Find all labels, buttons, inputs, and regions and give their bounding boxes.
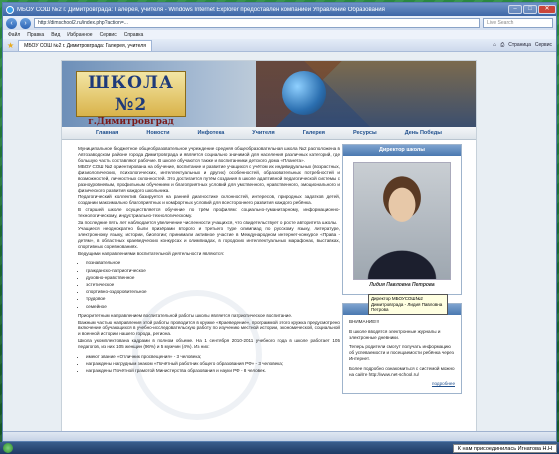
nav-home[interactable]: Главная (96, 130, 118, 136)
directions-list: познавательное гражданско-патриотическое… (86, 259, 340, 309)
announcement-text: Более подробно ознакомиться с системой м… (349, 365, 455, 377)
announcements-box: Объявление ВНИМАНИЕ!!! В школе вводятся … (342, 303, 462, 395)
director-photo[interactable] (353, 162, 451, 280)
taskbar: К нам присоединилась Игнатова Н.Н (0, 442, 559, 454)
ie-icon (6, 5, 14, 14)
page-viewport: ШКОЛА №2 г.Димитровград Главная Новости … (3, 52, 556, 441)
paragraph: Педагогический коллектив базируется на р… (78, 194, 340, 206)
list-item: эстетическое (86, 281, 340, 288)
paragraph: За последние пять лет наблюдается увелич… (78, 219, 338, 225)
site-logo[interactable]: ШКОЛА №2 г.Димитровград (76, 71, 186, 127)
announcement-text: ВНИМАНИЕ!!! (349, 319, 380, 324)
minimize-button[interactable]: – (508, 5, 522, 14)
site-nav: Главная Новости Инфотека Учителя Галерея… (62, 127, 476, 140)
announcement-text: В школе вводятся электронные журналы и э… (349, 328, 441, 340)
nav-resources[interactable]: Ресурсы (353, 130, 377, 136)
paragraph: МБОУ СОШ №2 ориентирована на обучение, в… (78, 164, 340, 193)
list-item: награждены Почётной грамотой Министерств… (86, 367, 340, 374)
paragraph: Ведущими направлениями воспитательной де… (78, 250, 224, 256)
more-link[interactable]: подробнее (349, 381, 455, 387)
address-bar: ‹ › http://dimschool2.ru/index.php?actio… (3, 16, 556, 30)
menu-view[interactable]: Вид (51, 32, 60, 38)
nav-gallery[interactable]: Галерея (303, 130, 325, 136)
logo-title: ШКОЛА №2 (88, 73, 174, 115)
list-item: спортивно-оздоровительное (86, 288, 340, 295)
menu-favorites[interactable]: Избранное (67, 32, 92, 38)
forward-arrow-icon[interactable]: › (20, 17, 31, 29)
paragraph: Приоритетным направлением воспитательной… (78, 312, 293, 318)
search-input[interactable]: Live Search (483, 18, 553, 28)
web-page: ШКОЛА №2 г.Димитровград Главная Новости … (61, 60, 477, 441)
tab-bar: ★ МБОУ СОШ №2 г. Димитровграда: Галерея,… (3, 39, 556, 52)
menu-help[interactable]: Справка (124, 32, 144, 38)
list-item: имеют звание «Отличник просвещения» - 3 … (86, 353, 340, 360)
browser-window: МБОУ СОШ №2 г. Димитровграда: Галерея, у… (2, 2, 557, 442)
photo-tooltip: Директор МБОУСОШ№2 Димитровграда - Лидия… (368, 294, 448, 315)
status-bar (3, 431, 556, 441)
start-button[interactable] (3, 443, 13, 453)
nav-victory-day[interactable]: День Победы (405, 130, 442, 136)
tab-current[interactable]: МБОУ СОШ №2 г. Димитровграда: Галерея, у… (18, 39, 152, 51)
home-icon[interactable]: ⌂ (493, 42, 496, 48)
main-article: Муниципальное бюджетное общеобразователь… (78, 146, 340, 377)
window-title: МБОУ СОШ №2 г. Димитровграда: Галерея, у… (17, 6, 385, 13)
list-item: награждены нагрудным знаком «Почётный ра… (86, 360, 340, 367)
logo-subtitle: г.Димитровград (88, 117, 174, 127)
favorites-star-icon[interactable]: ★ (7, 41, 14, 50)
list-item: семейное (86, 303, 340, 310)
paragraph: В старшей школе осуществляется обучение … (78, 206, 340, 218)
page-content: Муниципальное бюджетное общеобразователь… (62, 140, 476, 441)
menu-file[interactable]: Файл (8, 32, 20, 38)
maximize-button[interactable]: □ (523, 5, 537, 14)
tools-menu[interactable]: Сервис (535, 42, 552, 48)
list-item: духовно-нравственное (86, 274, 340, 281)
director-name: Лидия Павловна Петрова (369, 282, 435, 288)
list-item: трудовое (86, 295, 340, 302)
menu-edit[interactable]: Правка (27, 32, 44, 38)
nav-news[interactable]: Новости (146, 130, 169, 136)
list-item: познавательное (86, 259, 340, 266)
nav-teachers[interactable]: Учителя (252, 130, 274, 136)
menu-tools[interactable]: Сервис (100, 32, 117, 38)
url-input[interactable]: http://dimschool2.ru/index.php?action=..… (34, 18, 480, 28)
menu-bar: Файл Правка Вид Избранное Сервис Справка (3, 30, 556, 39)
print-icon[interactable]: ⎙ (500, 42, 504, 48)
list-item: гражданско-патриотическое (86, 267, 340, 274)
globe-icon (282, 71, 326, 115)
director-box: Директор школы Лидия Павловна Петрова (342, 144, 462, 295)
announcement-text: Теперь родители смогут получать информац… (349, 344, 454, 361)
paragraph: Важным частью направления этой работы пр… (78, 319, 340, 337)
awards-list: имеют звание «Отличник просвещения» - 3 … (86, 353, 340, 375)
announcements-body: ВНИМАНИЕ!!! В школе вводятся электронные… (343, 315, 461, 393)
paragraph: Школа укомплектована кадрами в полном об… (78, 337, 340, 349)
back-arrow-icon[interactable]: ‹ (6, 17, 17, 29)
close-button[interactable]: ✕ (538, 5, 556, 14)
site-header: ШКОЛА №2 г.Димитровград (62, 61, 476, 127)
paragraph: Учащиеся неоднократно были призёрами вто… (78, 226, 340, 249)
sidebar: Директор школы Лидия Павловна Петрова Об… (342, 144, 462, 402)
nav-library[interactable]: Инфотека (197, 130, 224, 136)
paragraph: Муниципальное бюджетное общеобразователь… (78, 146, 340, 163)
page-menu[interactable]: Страница (508, 42, 531, 48)
taskbar-notification[interactable]: К нам присоединилась Игнатова Н.Н (452, 443, 557, 453)
director-box-title: Директор школы (343, 145, 461, 156)
title-bar: МБОУ СОШ №2 г. Димитровграда: Галерея, у… (3, 3, 556, 16)
